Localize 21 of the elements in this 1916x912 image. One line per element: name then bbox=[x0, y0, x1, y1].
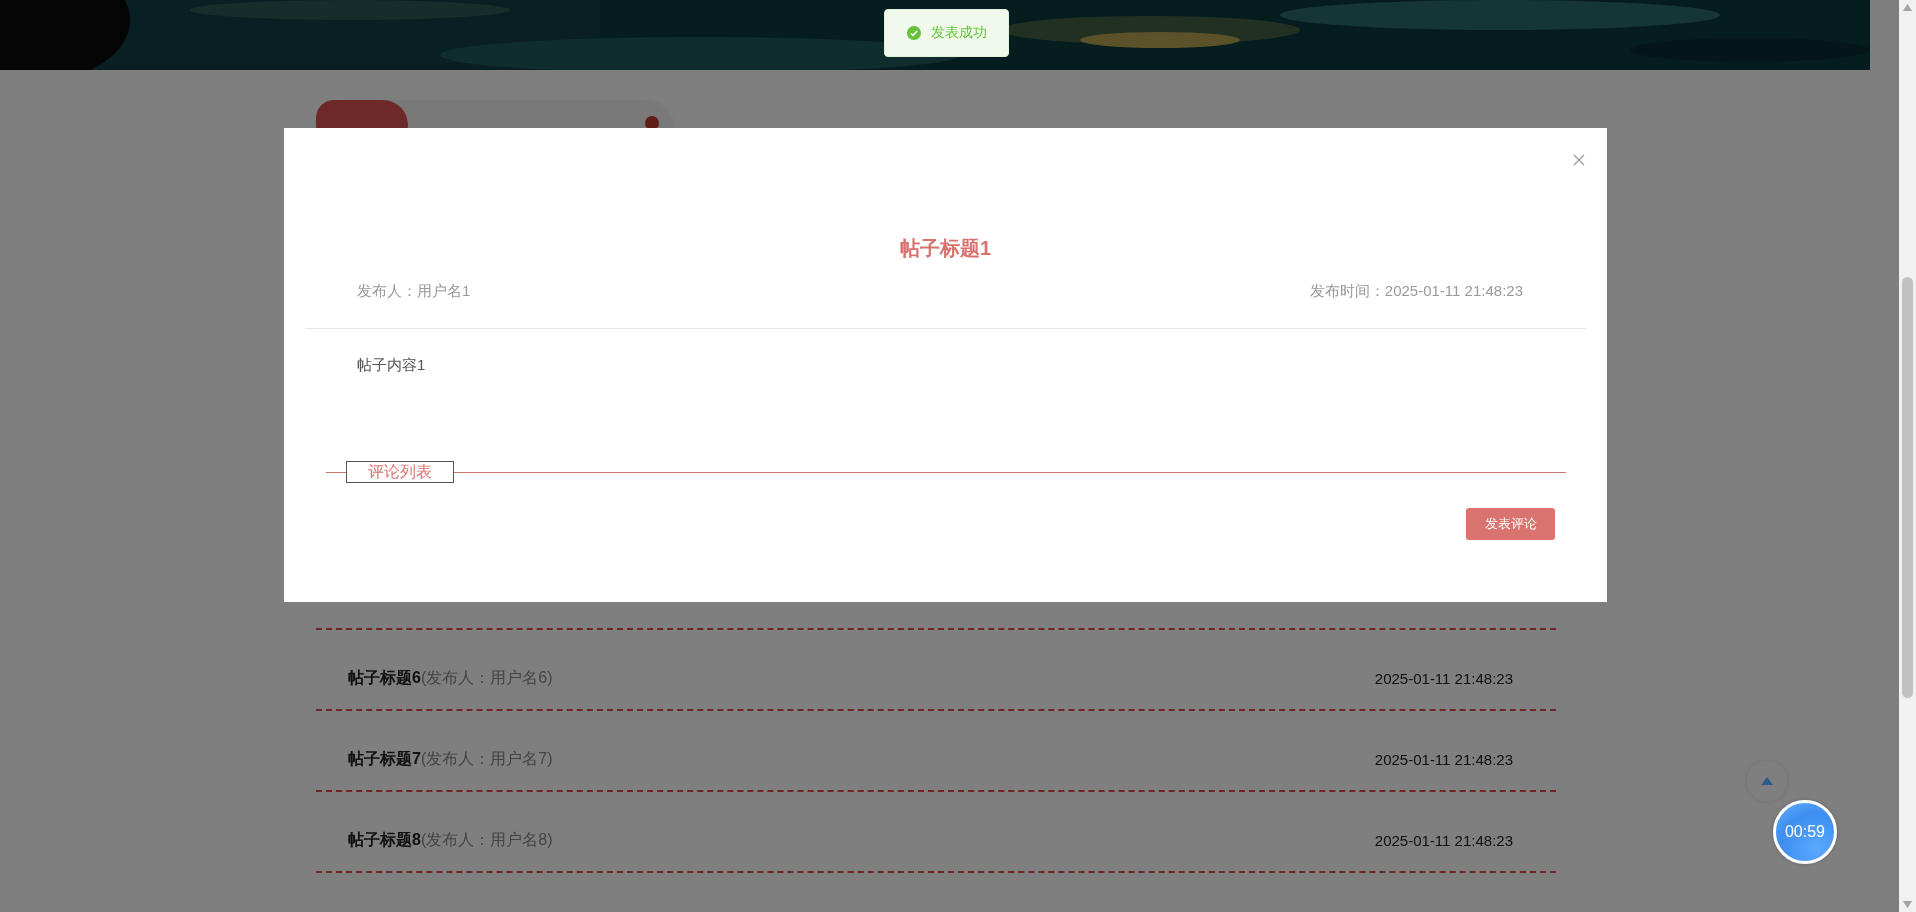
post-author: 发布人：用户名1 bbox=[357, 282, 471, 301]
scrollbar[interactable] bbox=[1899, 0, 1916, 912]
toast-text: 发表成功 bbox=[930, 24, 987, 42]
post-comment-button[interactable]: 发表评论 bbox=[1466, 508, 1555, 540]
arrow-up-icon[interactable] bbox=[1903, 4, 1912, 11]
post-time: 发布时间：2025-01-11 21:48:23 bbox=[1309, 282, 1523, 301]
arrow-down-icon[interactable] bbox=[1903, 901, 1912, 908]
post-title[interactable]: 帖子标题7(发布人：用户名7) bbox=[348, 749, 553, 770]
countdown-timer: 00:59 bbox=[1773, 800, 1837, 864]
post-time: 2025-01-11 21:48:23 bbox=[1374, 832, 1513, 849]
check-icon bbox=[906, 26, 921, 40]
post-title[interactable]: 帖子标题8(发布人：用户名8) bbox=[348, 830, 553, 851]
close-icon[interactable] bbox=[1571, 152, 1587, 168]
post-title[interactable]: 帖子标题6(发布人：用户名6) bbox=[348, 668, 553, 689]
post-content: 帖子内容1 bbox=[356, 356, 427, 375]
dialog-title: 帖子标题1 bbox=[898, 236, 993, 261]
caret-up-icon bbox=[1761, 777, 1773, 785]
comments-heading: 评论列表 bbox=[346, 461, 454, 483]
post-time: 2025-01-11 21:48:23 bbox=[1374, 751, 1513, 768]
post-time: 2025-01-11 21:48:23 bbox=[1374, 670, 1513, 687]
back-to-top-button[interactable] bbox=[1747, 761, 1787, 801]
